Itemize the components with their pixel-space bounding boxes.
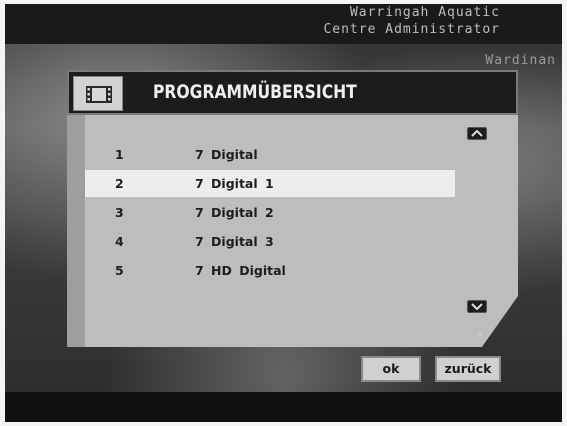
- tv-screen: Warringah Aquatic Centre Administrator W…: [5, 4, 562, 422]
- channel-row-selected[interactable]: 2 7 Digital 1: [85, 170, 455, 197]
- channel-number: 4: [115, 234, 124, 249]
- channel-row[interactable]: 4 7 Digital 3: [85, 228, 455, 255]
- corner-glyph: ᵃ: [477, 332, 483, 342]
- channel-name: 7 Digital 2: [195, 205, 274, 220]
- caption-overlay: Warringah Aquatic Centre Administrator W…: [323, 4, 555, 68]
- channel-list-panel: 1 7 Digital 2 7 Digital 1 3 7 Digital 2 …: [67, 115, 518, 347]
- channel-number: 5: [115, 263, 124, 278]
- channel-name: 7 Digital 3: [195, 234, 274, 249]
- caption-line-3: Wardinan: [485, 53, 556, 68]
- program-overview-dialog: PROGRAMMÜBERSICHT 1 7 Digital 2 7 Digita…: [67, 70, 522, 350]
- ok-button[interactable]: ok: [361, 356, 421, 382]
- chevron-up-icon: [471, 130, 483, 137]
- panel-stripe: [67, 115, 85, 347]
- back-button[interactable]: zurück: [435, 356, 501, 382]
- channel-row[interactable]: 5 7 HD Digital: [85, 257, 455, 284]
- dialog-titlebar: PROGRAMMÜBERSICHT: [67, 70, 518, 115]
- channel-row[interactable]: 3 7 Digital 2: [85, 199, 455, 226]
- channel-number: 1: [115, 147, 124, 162]
- scroll-up-button[interactable]: [467, 127, 487, 140]
- channel-row[interactable]: 1 7 Digital: [85, 141, 455, 168]
- bottom-band: [5, 392, 562, 422]
- channel-number: 3: [115, 205, 124, 220]
- caption-line-1: Warringah Aquatic: [349, 5, 500, 20]
- channel-name: 7 Digital 1: [195, 176, 274, 191]
- channel-name: 7 Digital: [195, 147, 258, 162]
- channel-number: 2: [115, 176, 124, 191]
- dialog-title: PROGRAMMÜBERSICHT: [153, 81, 357, 103]
- caption-line-2: Centre Administrator: [323, 22, 500, 37]
- tv-icon: [73, 76, 123, 111]
- scroll-down-button[interactable]: [467, 300, 487, 313]
- channel-name: 7 HD Digital: [195, 263, 286, 278]
- chevron-down-icon: [471, 303, 483, 310]
